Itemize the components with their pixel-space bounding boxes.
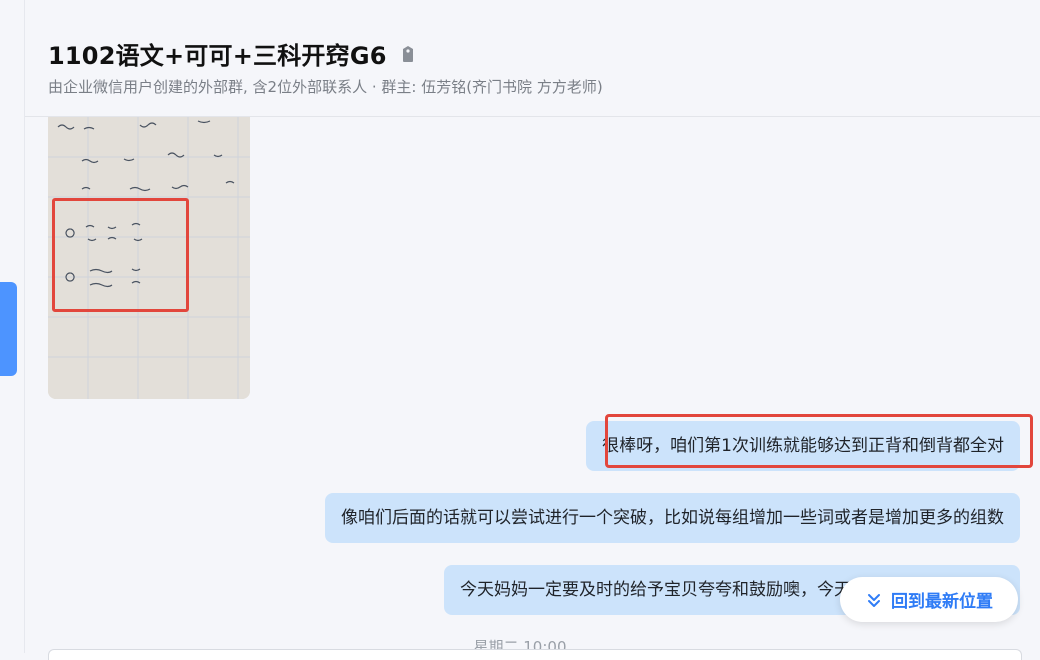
- message-input-area[interactable]: [48, 649, 1022, 660]
- title-row: 1102语文+可可+三科开窍G6: [48, 36, 415, 71]
- chat-header: 1102语文+可可+三科开窍G6 由企业微信用户创建的外部群, 含2位外部联系人…: [25, 0, 1040, 117]
- image-annotation-box: [52, 198, 189, 312]
- tag-icon[interactable]: [401, 45, 415, 63]
- jump-to-latest-label: 回到最新位置: [891, 592, 993, 612]
- group-title: 1102语文+可可+三科开窍G6: [48, 42, 387, 70]
- text-annotation-box: [605, 414, 1033, 468]
- sidebar-expand-tab[interactable]: [0, 282, 17, 376]
- group-subtitle: 由企业微信用户创建的外部群, 含2位外部联系人 · 群主: 伍芳铭(齐门书院 方…: [48, 78, 603, 96]
- jump-to-latest-button[interactable]: 回到最新位置: [840, 577, 1018, 622]
- message-bubble[interactable]: 像咱们后面的话就可以尝试进行一个突破，比如说每组增加一些词或者是增加更多的组数: [325, 493, 1020, 543]
- double-chevron-down-icon: [865, 591, 883, 609]
